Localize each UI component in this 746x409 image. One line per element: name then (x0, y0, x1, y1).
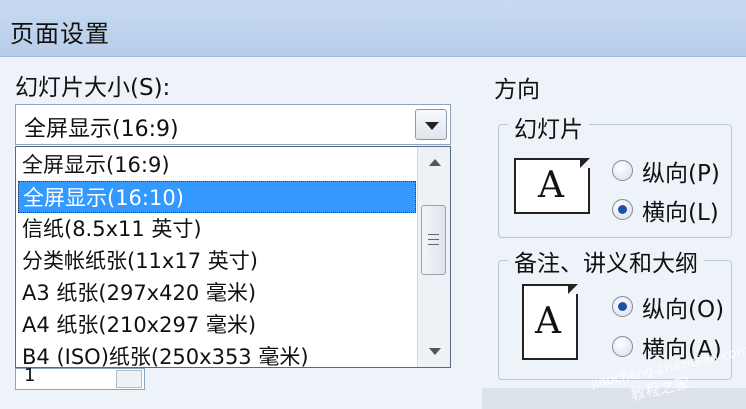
slide-size-options-list[interactable]: 全屏显示(16:9) 全屏显示(16:10) 信纸(8.5x11 英寸) 分类帐… (15, 146, 451, 368)
page-fold-icon (580, 158, 590, 168)
slide-size-label: 幻灯片大小(S): (15, 75, 171, 101)
list-item[interactable]: 全屏显示(16:9) (18, 149, 416, 181)
dialog-title: 页面设置 (10, 20, 110, 48)
slides-group-label: 幻灯片 (508, 110, 589, 144)
dropdown-button[interactable] (415, 109, 447, 140)
list-item-selected[interactable]: 全屏显示(16:10) (18, 181, 416, 213)
bottom-edge (482, 388, 746, 409)
notes-portrait-label: 纵向(O) (642, 297, 725, 323)
scroll-down-button[interactable] (418, 337, 450, 367)
list-item[interactable]: 分类帐纸张(11x17 英寸) (18, 245, 416, 277)
scroll-down-arrow-icon (429, 348, 441, 355)
list-item[interactable]: A3 纸张(297x420 毫米) (18, 277, 416, 309)
slides-portrait-radio[interactable] (612, 160, 633, 181)
notes-portrait-radio[interactable] (612, 296, 633, 317)
scroll-up-button[interactable] (418, 147, 450, 177)
slide-size-selected-value: 全屏显示(16:9) (24, 117, 179, 142)
notes-landscape-radio[interactable] (612, 336, 633, 357)
notes-group-label: 备注、讲义和大纲 (508, 244, 704, 278)
grip-line (428, 239, 439, 240)
page-fold-icon (568, 284, 578, 294)
landscape-page-icon: A (514, 158, 590, 214)
list-item[interactable]: A4 纸张(210x297 毫米) (18, 309, 416, 341)
page-icon-letter: A (535, 301, 561, 342)
hidden-number-value: 1 (24, 365, 36, 386)
slides-landscape-label: 横向(L) (642, 200, 719, 226)
list-scrollbar[interactable] (417, 147, 450, 367)
list-item[interactable]: B4 (ISO)纸张(250x353 毫米) (18, 341, 416, 367)
orientation-label: 方向 (494, 77, 540, 103)
portrait-page-icon: A (522, 284, 578, 360)
slides-portrait-label: 纵向(P) (642, 161, 720, 187)
page-icon-letter: A (538, 165, 564, 206)
hidden-number-field[interactable]: 1 (15, 365, 145, 390)
grip-line (428, 244, 439, 245)
chevron-down-icon (425, 122, 439, 130)
grip-line (428, 234, 439, 235)
spinner-button[interactable] (116, 370, 142, 388)
slide-size-dropdown[interactable]: 全屏显示(16:9) (15, 104, 451, 145)
scroll-up-arrow-icon (429, 159, 441, 166)
slides-landscape-radio[interactable] (612, 199, 633, 220)
list-item[interactable]: 信纸(8.5x11 英寸) (18, 213, 416, 245)
scroll-thumb[interactable] (421, 205, 446, 275)
title-bar: 页面设置 (0, 0, 746, 57)
